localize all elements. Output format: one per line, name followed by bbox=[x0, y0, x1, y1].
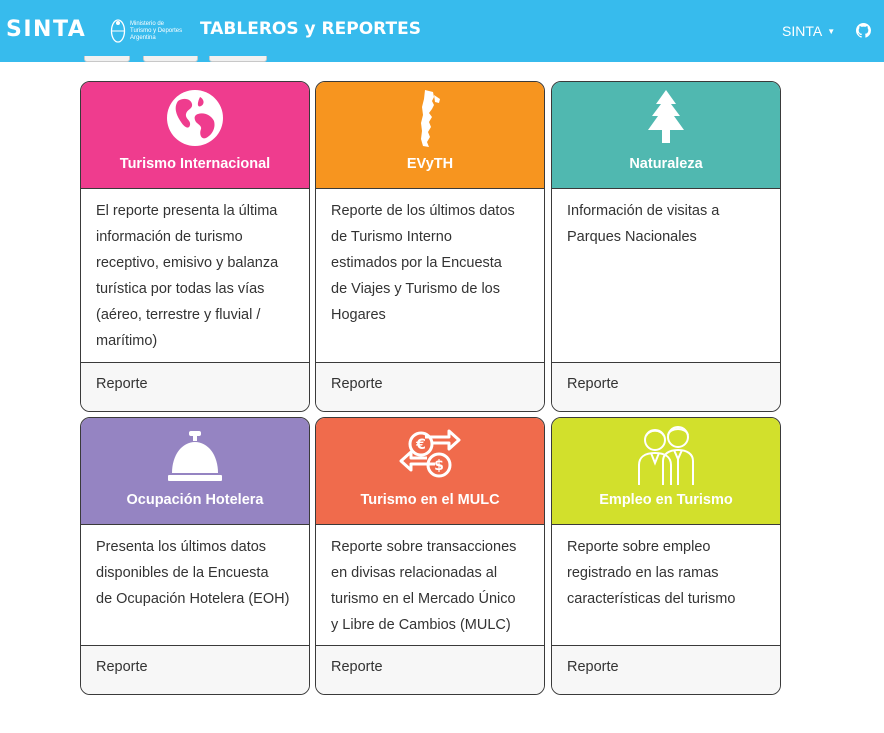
card-header: Empleo en Turismo bbox=[552, 418, 780, 524]
reporte-link[interactable]: Reporte bbox=[81, 645, 309, 694]
card-evyth[interactable]: EVyTH Reporte de los últimos datos de Tu… bbox=[315, 81, 545, 412]
card-text-line: Información de visitas a bbox=[567, 203, 720, 219]
card-text-line: turística por todas las vías bbox=[96, 281, 265, 297]
card-text-line: Reporte sobre empleo bbox=[567, 539, 711, 555]
service-bell-icon bbox=[168, 431, 222, 481]
card-title: Naturaleza bbox=[629, 156, 703, 172]
github-icon[interactable] bbox=[856, 23, 871, 38]
card-text-line: Parques Nacionales bbox=[567, 229, 697, 245]
sinta-dropdown-label: SINTA bbox=[782, 23, 823, 39]
tab-remnant[interactable] bbox=[84, 56, 130, 62]
card-text-line: Reporte sobre transacciones bbox=[331, 539, 517, 555]
tab-remnant[interactable] bbox=[143, 56, 198, 62]
ministry-line: Argentina bbox=[130, 34, 156, 41]
card-title: Empleo en Turismo bbox=[599, 492, 733, 508]
card-header: EVyTH bbox=[316, 82, 544, 188]
ministry-logo: Ministerio de Turismo y Deportes Argenti… bbox=[110, 18, 192, 44]
card-text-line: receptivo, emisivo y balanza bbox=[96, 255, 279, 271]
card-description: Reporte sobre empleo registrado en las r… bbox=[552, 524, 780, 612]
card-text-line: disponibles de la Encuesta bbox=[96, 565, 269, 581]
workers-icon bbox=[638, 426, 694, 485]
brand-logo[interactable]: SINTA bbox=[6, 17, 86, 42]
card-text-line: estimados por la Encuesta bbox=[331, 255, 502, 271]
globe-icon bbox=[167, 90, 223, 146]
card-empleo-turismo[interactable]: Empleo en Turismo Reporte sobre empleo r… bbox=[551, 417, 781, 695]
card-text-line: turismo en el Mercado Único bbox=[331, 591, 516, 607]
caret-down-icon: ▼ bbox=[827, 26, 836, 36]
reporte-link[interactable]: Reporte bbox=[552, 362, 780, 411]
card-text-line: Reporte de los últimos datos bbox=[331, 203, 515, 219]
card-title: Ocupación Hotelera bbox=[126, 492, 264, 508]
svg-text:$: $ bbox=[434, 458, 444, 474]
tab-remnant[interactable] bbox=[209, 56, 267, 62]
card-text-line: de Viajes y Turismo de los bbox=[331, 281, 500, 297]
card-description: Reporte de los últimos datos de Turismo … bbox=[316, 188, 544, 328]
card-description: El reporte presenta la última informació… bbox=[81, 188, 309, 354]
currency-exchange-icon: € $ bbox=[399, 429, 461, 478]
pine-tree-icon bbox=[648, 90, 684, 143]
card-header: Turismo Internacional bbox=[81, 82, 309, 188]
card-description: Presenta los últimos datos disponibles d… bbox=[81, 524, 309, 612]
card-description: Información de visitas a Parques Naciona… bbox=[552, 188, 780, 250]
card-text-line: información de turismo bbox=[96, 229, 243, 245]
card-header: € $ Turismo en el MULC bbox=[316, 418, 544, 524]
reporte-link[interactable]: Reporte bbox=[316, 645, 544, 694]
card-title: Turismo Internacional bbox=[119, 156, 271, 172]
card-text-line: de Ocupación Hotelera (EOH) bbox=[96, 591, 290, 607]
ministry-line: Turismo y Deportes bbox=[130, 27, 183, 34]
card-naturaleza[interactable]: Naturaleza Información de visitas a Parq… bbox=[551, 81, 781, 412]
site-title[interactable]: TABLEROS y REPORTES bbox=[200, 19, 421, 39]
reporte-link[interactable]: Reporte bbox=[316, 362, 544, 411]
card-text-line: registrado en las ramas bbox=[567, 565, 719, 581]
argentina-map-icon bbox=[421, 90, 440, 147]
card-header: Naturaleza bbox=[552, 82, 780, 188]
card-text-line: marítimo) bbox=[96, 333, 158, 349]
sinta-dropdown[interactable]: SINTA ▼ bbox=[782, 23, 835, 39]
reporte-link[interactable]: Reporte bbox=[552, 645, 780, 694]
card-text-line: características del turismo bbox=[567, 591, 736, 607]
card-text-line: El reporte presenta la última bbox=[96, 203, 278, 219]
card-header: Ocupación Hotelera bbox=[81, 418, 309, 524]
card-text-line: (aéreo, terrestre y fluvial / bbox=[96, 307, 261, 323]
card-text-line: Presenta los últimos datos bbox=[96, 539, 267, 555]
coat-of-arms-icon bbox=[110, 19, 126, 43]
card-ocupacion-hotelera[interactable]: Ocupación Hotelera Presenta los últimos … bbox=[80, 417, 310, 695]
card-title: Turismo en el MULC bbox=[360, 492, 500, 508]
card-title: EVyTH bbox=[406, 156, 454, 172]
card-description: Reporte sobre transacciones en divisas r… bbox=[316, 524, 544, 638]
ministry-line: Ministerio de bbox=[130, 20, 165, 27]
card-turismo-mulc[interactable]: € $ Turismo en el MULC Reporte sobre tra… bbox=[315, 417, 545, 695]
card-text-line: y Libre de Cambios (MULC) bbox=[331, 617, 511, 633]
reporte-link[interactable]: Reporte bbox=[81, 362, 309, 411]
card-text-line: de Turismo Interno bbox=[331, 229, 452, 245]
card-turismo-internacional[interactable]: Turismo Internacional El reporte present… bbox=[80, 81, 310, 412]
card-text-line: en divisas relacionadas al bbox=[331, 565, 498, 581]
top-navbar: SINTA Ministerio de Turismo y Deportes A… bbox=[0, 0, 884, 62]
card-text-line: Hogares bbox=[331, 307, 386, 323]
svg-text:€: € bbox=[415, 437, 426, 453]
